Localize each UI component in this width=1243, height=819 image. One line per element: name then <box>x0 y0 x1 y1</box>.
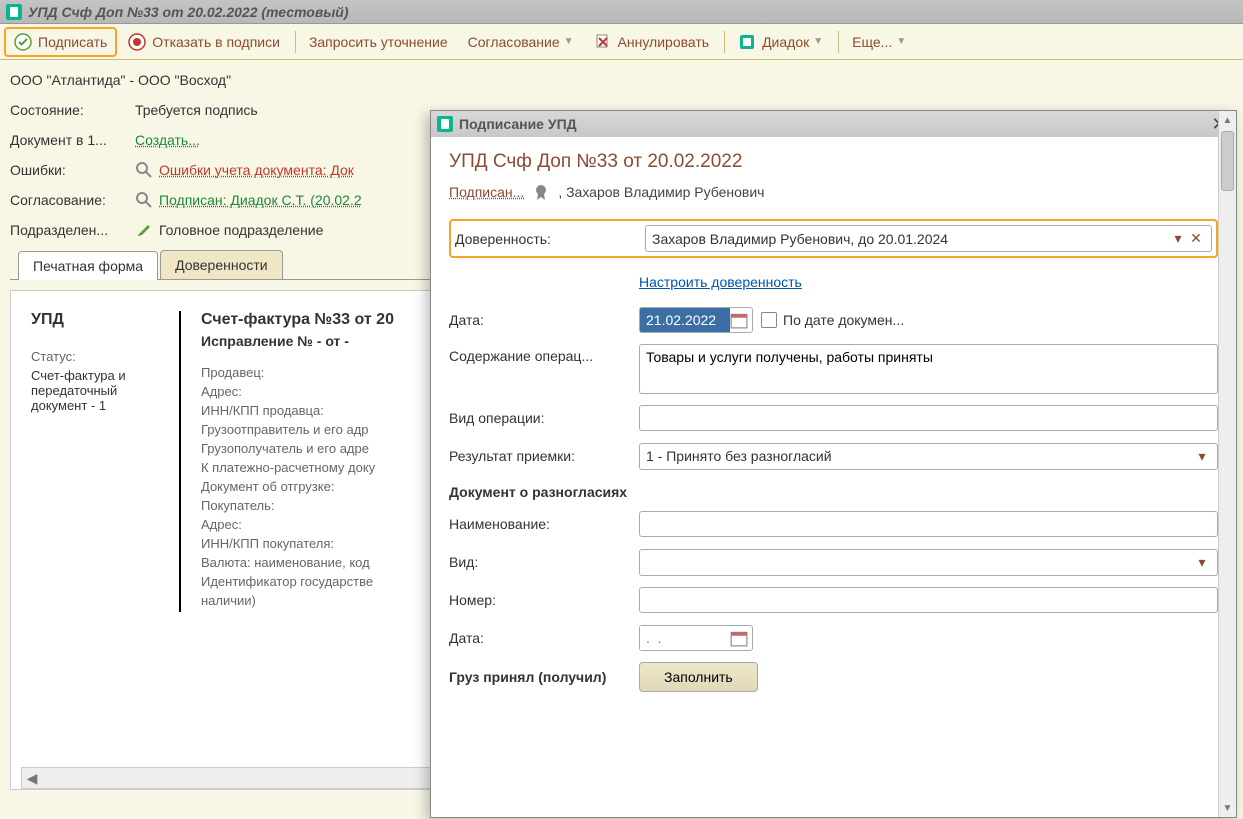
dname-label: Наименование: <box>449 516 639 532</box>
medal-icon <box>532 183 550 201</box>
orgs-text: ООО "Атлантида" - ООО "Восход" <box>10 72 231 88</box>
create-link[interactable]: Создать... <box>135 132 200 148</box>
signer-name: , Захаров Владимир Рубенович <box>558 184 764 200</box>
tab-print-form[interactable]: Печатная форма <box>18 251 158 280</box>
state-label: Состояние: <box>10 102 135 118</box>
calendar-icon[interactable] <box>730 629 748 647</box>
diadoc-menu[interactable]: Диадок ▼ <box>729 28 832 56</box>
annul-button[interactable]: Аннулировать <box>585 28 719 56</box>
approval-label: Согласование <box>468 34 560 50</box>
dtype-label: Вид: <box>449 554 639 570</box>
scroll-up-icon[interactable]: ▲ <box>1219 111 1236 129</box>
signer-label[interactable]: Подписан... <box>449 184 524 200</box>
reject-icon <box>128 33 146 51</box>
window-title: УПД Счф Доп №33 от 20.02.2022 (тестовый) <box>28 4 348 20</box>
poa-select[interactable]: Захаров Владимир Рубенович, до 20.01.202… <box>645 225 1212 252</box>
toolbar-separator <box>838 31 839 53</box>
errors-value[interactable]: Ошибки учета документа: Док <box>159 162 354 178</box>
chevron-down-icon[interactable]: ▾ <box>1169 230 1187 247</box>
approval-menu[interactable]: Согласование ▼ <box>459 29 583 55</box>
poa-row: Доверенность: Захаров Владимир Рубенович… <box>449 219 1218 258</box>
window-titlebar: УПД Счф Доп №33 от 20.02.2022 (тестовый) <box>0 0 1243 24</box>
magnifier-icon[interactable] <box>135 191 153 209</box>
reject-button[interactable]: Отказать в подписи <box>119 28 289 56</box>
diadoc-icon <box>738 33 756 51</box>
pencil-icon[interactable] <box>135 221 153 239</box>
dname-input[interactable] <box>639 511 1218 537</box>
ddate-input-wrap <box>639 625 753 651</box>
modal-title: Подписание УПД <box>459 116 1208 132</box>
dtype-select[interactable]: ▾ <box>639 549 1218 576</box>
dispute-header: Документ о разногласиях <box>449 484 1218 500</box>
toolbar: Подписать Отказать в подписи Запросить у… <box>0 24 1243 60</box>
annul-label: Аннулировать <box>618 34 710 50</box>
chevron-down-icon: ▼ <box>813 36 823 47</box>
app-icon <box>437 116 453 132</box>
errors-label: Ошибки: <box>10 162 135 178</box>
ddate-input[interactable] <box>640 626 730 650</box>
modal-titlebar: Подписание УПД ✕ <box>431 111 1236 137</box>
by-doc-date-label: По дате докумен... <box>783 312 904 328</box>
more-menu[interactable]: Еще... ▼ <box>843 29 915 55</box>
annul-icon <box>594 33 612 51</box>
scroll-thumb[interactable] <box>1221 131 1234 191</box>
check-icon <box>14 33 32 51</box>
status-value: Счет-фактура и передаточный документ - 1 <box>31 368 169 413</box>
configure-poa-link[interactable]: Настроить доверенность <box>639 274 802 290</box>
date-input-wrap <box>639 307 753 333</box>
chevron-down-icon: ▼ <box>896 36 906 47</box>
ddate-label: Дата: <box>449 630 639 646</box>
tab-poa[interactable]: Доверенности <box>160 250 283 279</box>
sign-button[interactable]: Подписать <box>4 27 117 57</box>
dnum-input[interactable] <box>639 587 1218 613</box>
vertical-scrollbar[interactable]: ▲ ▼ <box>1218 111 1236 817</box>
magnifier-icon[interactable] <box>135 161 153 179</box>
dept-value: Головное подразделение <box>159 222 323 238</box>
more-label: Еще... <box>852 34 892 50</box>
result-value: 1 - Принято без разногласий <box>646 448 832 464</box>
poa-value: Захаров Владимир Рубенович, до 20.01.202… <box>652 231 948 247</box>
cargo-label: Груз принял (получил) <box>449 669 639 685</box>
optype-label: Вид операции: <box>449 410 639 426</box>
optype-input[interactable] <box>639 405 1218 431</box>
doc1c-label: Документ в 1... <box>10 132 135 148</box>
fill-button[interactable]: Заполнить <box>639 662 758 692</box>
dept-label: Подразделен... <box>10 222 135 238</box>
clear-icon[interactable]: ✕ <box>1187 230 1205 247</box>
content-label: Содержание операц... <box>449 344 639 364</box>
scroll-down-icon[interactable]: ▼ <box>1219 799 1236 817</box>
date-input[interactable] <box>640 308 730 332</box>
scroll-left-icon[interactable]: ◀ <box>22 770 42 787</box>
chevron-down-icon[interactable]: ▾ <box>1193 554 1211 571</box>
poa-label: Доверенность: <box>455 231 645 247</box>
chevron-down-icon: ▼ <box>564 36 574 47</box>
reject-label: Отказать в подписи <box>152 34 280 50</box>
modal-body: УПД Счф Доп №33 от 20.02.2022 Подписан..… <box>431 137 1236 817</box>
request-button[interactable]: Запросить уточнение <box>300 29 457 55</box>
status-label: Статус: <box>31 349 169 364</box>
toolbar-separator <box>295 31 296 53</box>
approval-label: Согласование: <box>10 192 135 208</box>
by-doc-date-checkbox[interactable] <box>761 312 777 328</box>
toolbar-separator <box>724 31 725 53</box>
sign-label: Подписать <box>38 34 107 50</box>
calendar-icon[interactable] <box>730 311 748 329</box>
result-select[interactable]: 1 - Принято без разногласий ▾ <box>639 443 1218 470</box>
app-icon <box>6 4 22 20</box>
content-textarea[interactable] <box>639 344 1218 394</box>
diadoc-label: Диадок <box>762 34 809 50</box>
modal-heading: УПД Счф Доп №33 от 20.02.2022 <box>449 151 1218 173</box>
dnum-label: Номер: <box>449 592 639 608</box>
sign-modal: Подписание УПД ✕ УПД Счф Доп №33 от 20.0… <box>430 110 1237 818</box>
approval-value[interactable]: Подписан: Диадок С.Т. (20.02.2 <box>159 192 362 208</box>
request-label: Запросить уточнение <box>309 34 448 50</box>
date-label: Дата: <box>449 312 639 328</box>
upd-heading: УПД <box>31 311 169 329</box>
chevron-down-icon[interactable]: ▾ <box>1193 448 1211 465</box>
result-label: Результат приемки: <box>449 448 639 464</box>
